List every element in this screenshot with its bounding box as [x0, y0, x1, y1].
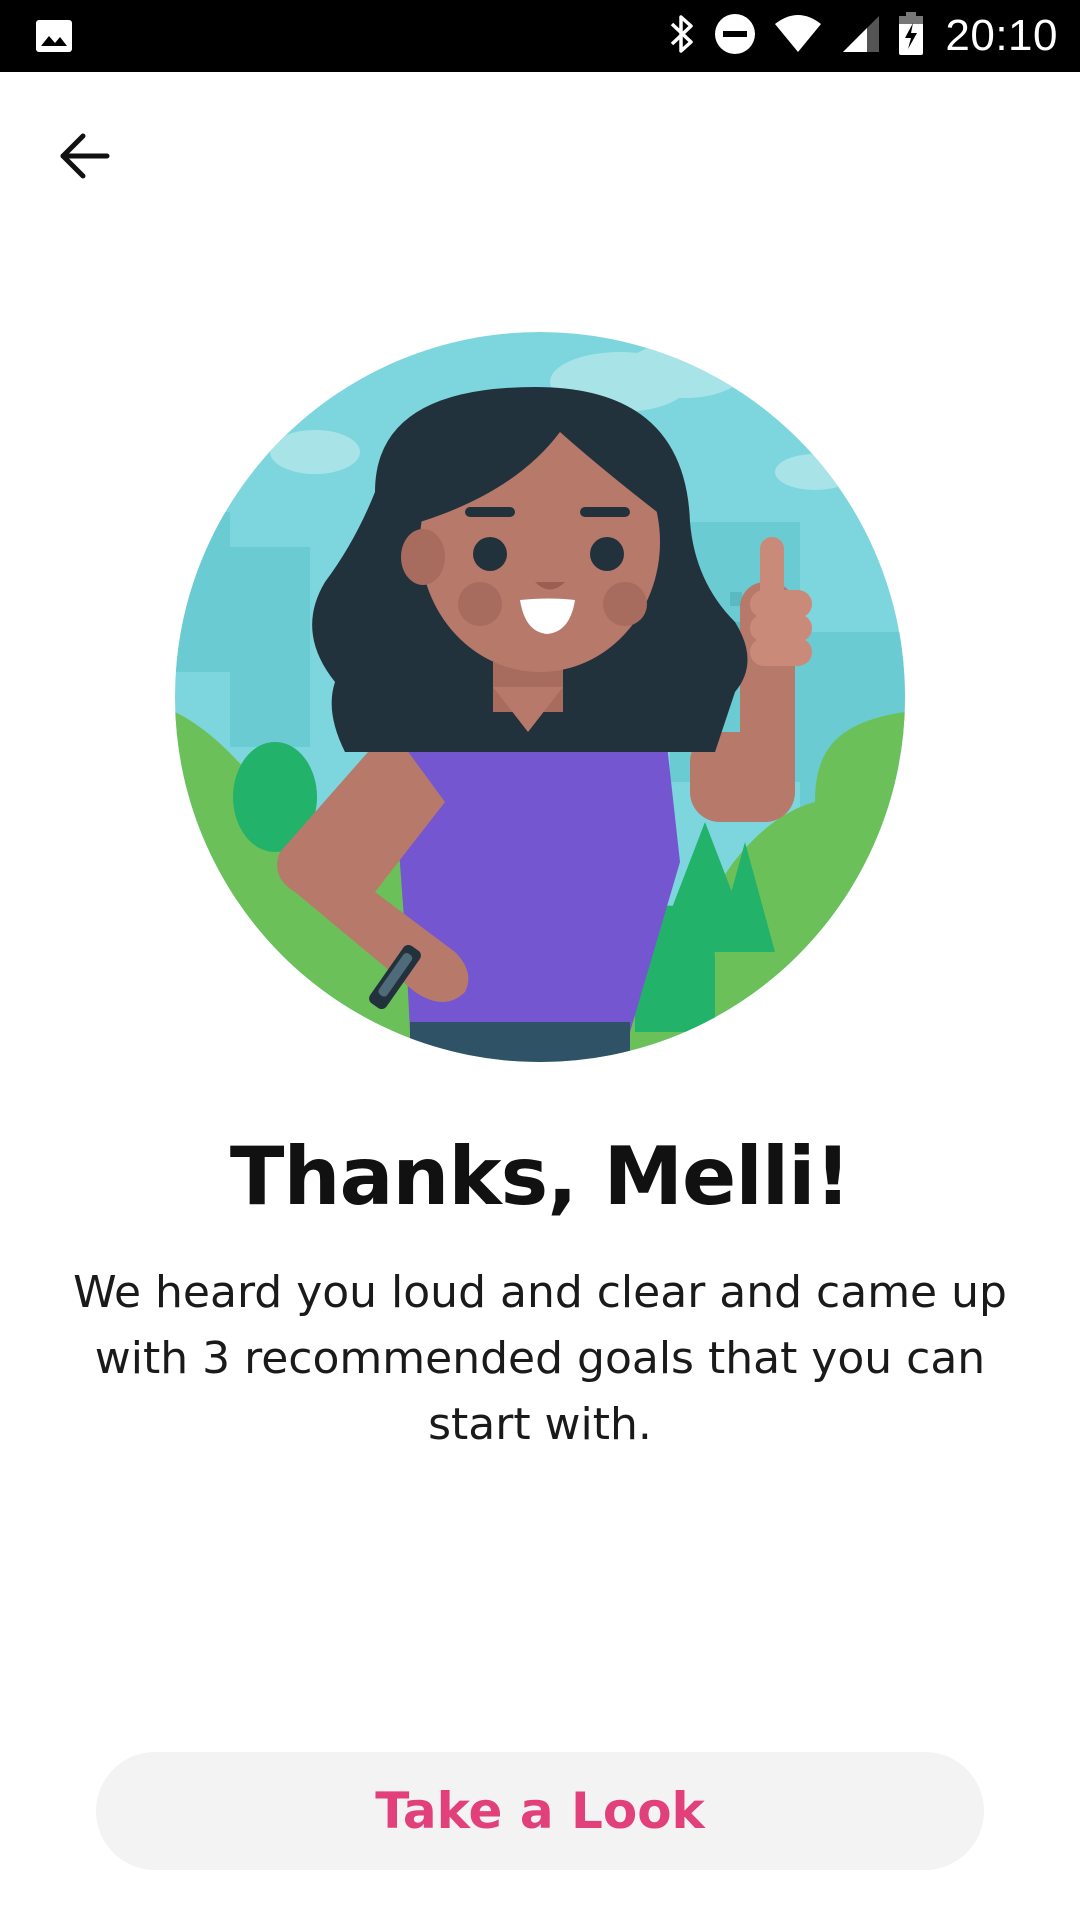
battery-charging-icon: [897, 11, 925, 61]
woman-thumbs-up-illustration: [175, 332, 905, 1062]
take-a-look-label: Take a Look: [375, 1782, 705, 1840]
page-title: Thanks, Melli!: [229, 1130, 851, 1223]
image-icon: [34, 16, 74, 56]
status-time: 20:10: [945, 11, 1058, 60]
status-icons: 20:10: [667, 0, 1058, 72]
take-a-look-button[interactable]: Take a Look: [96, 1752, 984, 1870]
back-button[interactable]: [44, 116, 124, 196]
do-not-disturb-icon: [713, 12, 757, 60]
bluetooth-icon: [667, 12, 697, 60]
cellular-signal-icon: [839, 12, 881, 60]
wifi-icon: [773, 12, 823, 60]
arrow-left-icon: [60, 133, 110, 179]
status-bar: 20:10: [0, 0, 1080, 72]
message-text: We heard you loud and clear and came up …: [73, 1267, 1007, 1450]
